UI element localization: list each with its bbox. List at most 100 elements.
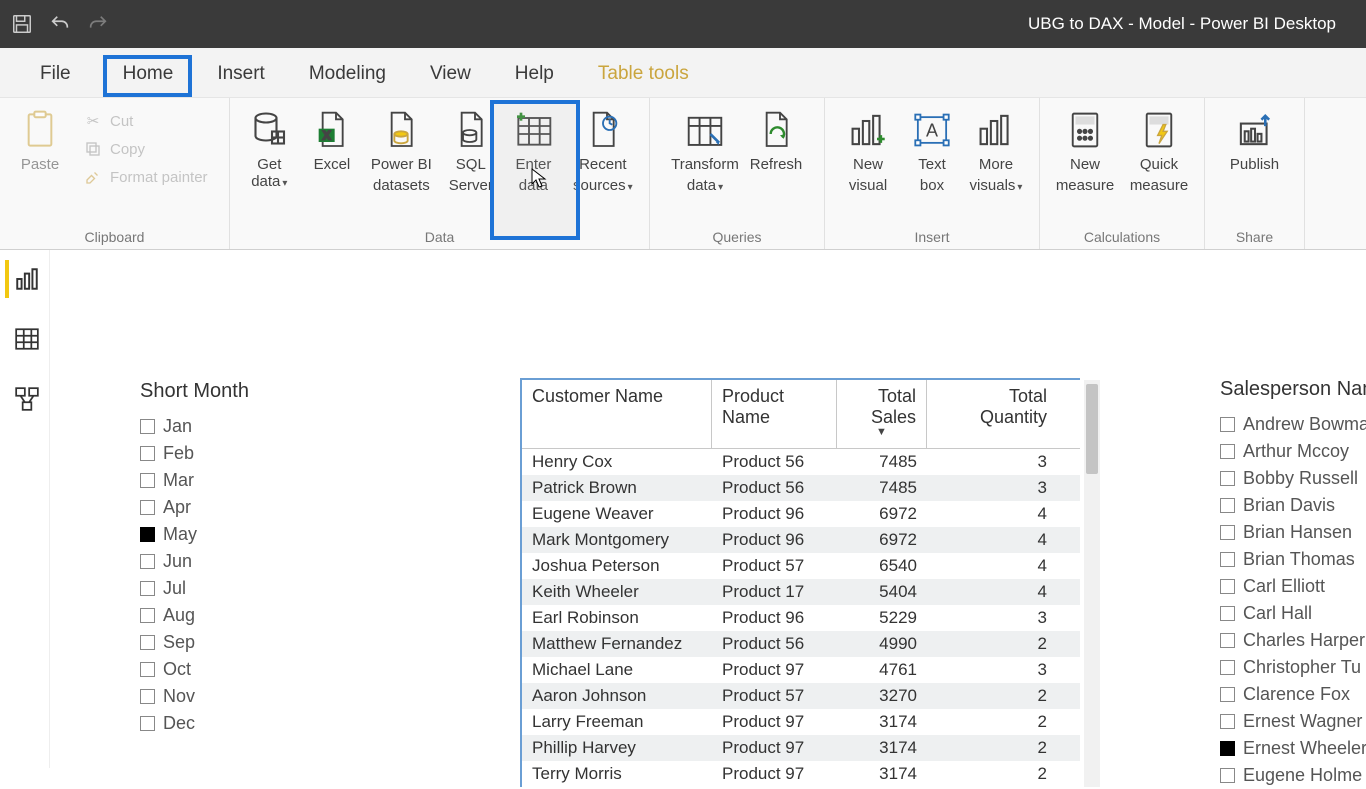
- slicer-item[interactable]: Andrew Bowma: [1220, 411, 1366, 438]
- table-row[interactable]: Matthew FernandezProduct 5649902: [522, 631, 1080, 657]
- table-row[interactable]: Mark MontgomeryProduct 9669724: [522, 527, 1080, 553]
- quick-measure-button[interactable]: Quick measure: [1124, 104, 1194, 199]
- column-header[interactable]: Product Name: [712, 380, 837, 448]
- checkbox-icon[interactable]: [140, 635, 155, 650]
- column-header[interactable]: Customer Name: [522, 380, 712, 448]
- checkbox-icon[interactable]: [140, 527, 155, 542]
- checkbox-icon[interactable]: [1220, 660, 1235, 675]
- checkbox-icon[interactable]: [1220, 471, 1235, 486]
- table-row[interactable]: Eugene WeaverProduct 9669724: [522, 501, 1080, 527]
- checkbox-icon[interactable]: [1220, 579, 1235, 594]
- salesperson-slicer[interactable]: Salesperson Nam Andrew BowmaArthur Mccoy…: [1220, 378, 1366, 789]
- undo-icon[interactable]: [48, 12, 72, 36]
- slicer-item[interactable]: Oct: [140, 656, 320, 683]
- table-row[interactable]: Earl RobinsonProduct 9652293: [522, 605, 1080, 631]
- slicer-item[interactable]: Eugene Holme: [1220, 762, 1366, 789]
- sql-server-button[interactable]: SQL Server: [441, 104, 500, 199]
- slicer-item[interactable]: Ernest Wagner: [1220, 708, 1366, 735]
- get-data-button[interactable]: Get data▾: [240, 104, 299, 195]
- transform-data-button[interactable]: Transform data▾: [668, 104, 742, 199]
- slicer-item[interactable]: Nov: [140, 683, 320, 710]
- checkbox-icon[interactable]: [1220, 525, 1235, 540]
- file-tab[interactable]: File: [10, 53, 101, 97]
- table-row[interactable]: Aaron JohnsonProduct 5732702: [522, 683, 1080, 709]
- slicer-item[interactable]: Clarence Fox: [1220, 681, 1366, 708]
- table-row[interactable]: Phillip HarveyProduct 9731742: [522, 735, 1080, 761]
- slicer-item[interactable]: Brian Thomas: [1220, 546, 1366, 573]
- short-month-slicer[interactable]: Short Month JanFebMarAprMayJunJulAugSepO…: [140, 380, 320, 737]
- save-icon[interactable]: [10, 12, 34, 36]
- excel-button[interactable]: X Excel: [303, 104, 362, 177]
- slicer-item[interactable]: Jan: [140, 413, 320, 440]
- slicer-item[interactable]: Bobby Russell: [1220, 465, 1366, 492]
- checkbox-icon[interactable]: [140, 608, 155, 623]
- more-visuals-button[interactable]: More visuals▾: [966, 104, 1026, 199]
- cut-button[interactable]: ✂ Cut: [80, 108, 210, 134]
- table-scrollbar[interactable]: [1084, 380, 1100, 787]
- data-view-button[interactable]: [5, 320, 45, 358]
- checkbox-icon[interactable]: [140, 689, 155, 704]
- slicer-item[interactable]: Jun: [140, 548, 320, 575]
- tab-home[interactable]: Home: [101, 53, 196, 97]
- slicer-item[interactable]: Aug: [140, 602, 320, 629]
- tab-view[interactable]: View: [408, 53, 493, 97]
- table-row[interactable]: Patrick BrownProduct 5674853: [522, 475, 1080, 501]
- checkbox-icon[interactable]: [140, 473, 155, 488]
- slicer-item[interactable]: Jul: [140, 575, 320, 602]
- publish-button[interactable]: Publish: [1225, 104, 1285, 177]
- tab-table-tools[interactable]: Table tools: [576, 53, 711, 97]
- pbi-datasets-button[interactable]: Power BI datasets: [365, 104, 437, 199]
- tab-modeling[interactable]: Modeling: [287, 53, 408, 97]
- checkbox-icon[interactable]: [140, 500, 155, 515]
- checkbox-icon[interactable]: [140, 716, 155, 731]
- column-header[interactable]: Total Sales▼: [837, 380, 927, 448]
- checkbox-icon[interactable]: [1220, 633, 1235, 648]
- checkbox-icon[interactable]: [1220, 498, 1235, 513]
- slicer-item[interactable]: Charles Harper: [1220, 627, 1366, 654]
- checkbox-icon[interactable]: [1220, 606, 1235, 621]
- checkbox-icon[interactable]: [1220, 768, 1235, 783]
- text-box-button[interactable]: A Text box: [902, 104, 962, 199]
- enter-data-button[interactable]: Enter data: [504, 104, 563, 199]
- model-view-button[interactable]: [5, 380, 45, 418]
- new-measure-button[interactable]: New measure: [1050, 104, 1120, 199]
- checkbox-icon[interactable]: [140, 419, 155, 434]
- slicer-item[interactable]: May: [140, 521, 320, 548]
- slicer-item[interactable]: Ernest Wheeler: [1220, 735, 1366, 762]
- slicer-item[interactable]: Brian Davis: [1220, 492, 1366, 519]
- slicer-item[interactable]: Carl Elliott: [1220, 573, 1366, 600]
- refresh-button[interactable]: Refresh: [746, 104, 806, 177]
- slicer-item[interactable]: Mar: [140, 467, 320, 494]
- checkbox-icon[interactable]: [140, 554, 155, 569]
- table-row[interactable]: Henry CoxProduct 5674853: [522, 449, 1080, 475]
- checkbox-icon[interactable]: [140, 446, 155, 461]
- format-painter-button[interactable]: Format painter: [80, 164, 210, 190]
- checkbox-icon[interactable]: [1220, 687, 1235, 702]
- checkbox-icon[interactable]: [140, 662, 155, 677]
- checkbox-icon[interactable]: [1220, 552, 1235, 567]
- tab-insert[interactable]: Insert: [195, 53, 287, 97]
- copy-button[interactable]: Copy: [80, 136, 210, 162]
- slicer-item[interactable]: Dec: [140, 710, 320, 737]
- scroll-thumb[interactable]: [1086, 384, 1098, 474]
- slicer-item[interactable]: Arthur Mccoy: [1220, 438, 1366, 465]
- tab-help[interactable]: Help: [493, 53, 576, 97]
- table-row[interactable]: Keith WheelerProduct 1754044: [522, 579, 1080, 605]
- slicer-item[interactable]: Feb: [140, 440, 320, 467]
- paste-button[interactable]: Paste: [10, 104, 70, 177]
- checkbox-icon[interactable]: [1220, 444, 1235, 459]
- slicer-item[interactable]: Carl Hall: [1220, 600, 1366, 627]
- new-visual-button[interactable]: New visual: [838, 104, 898, 199]
- checkbox-icon[interactable]: [1220, 741, 1235, 756]
- sales-table-visual[interactable]: Customer NameProduct NameTotal Sales▼Tot…: [520, 378, 1080, 787]
- table-row[interactable]: Larry FreemanProduct 9731742: [522, 709, 1080, 735]
- column-header[interactable]: Total Quantity: [927, 380, 1057, 448]
- table-row[interactable]: Terry MorrisProduct 9731742: [522, 761, 1080, 787]
- recent-sources-button[interactable]: Recent sources▾: [567, 104, 639, 199]
- slicer-item[interactable]: Brian Hansen: [1220, 519, 1366, 546]
- slicer-item[interactable]: Apr: [140, 494, 320, 521]
- table-row[interactable]: Michael LaneProduct 9747613: [522, 657, 1080, 683]
- table-row[interactable]: Joshua PetersonProduct 5765404: [522, 553, 1080, 579]
- report-view-button[interactable]: [5, 260, 45, 298]
- slicer-item[interactable]: Sep: [140, 629, 320, 656]
